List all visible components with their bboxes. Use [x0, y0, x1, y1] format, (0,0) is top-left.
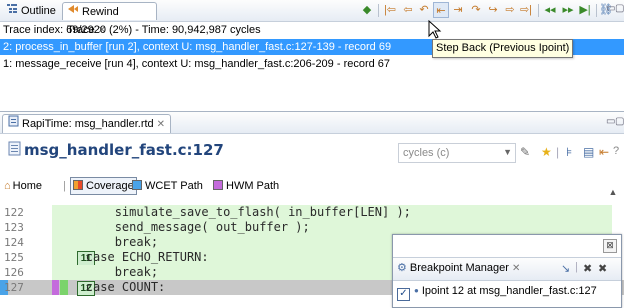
- code-text: case COUNT:: [28, 280, 166, 294]
- star-icon[interactable]: ★: [541, 145, 552, 159]
- coverage-swatch-icon: [73, 180, 83, 190]
- breakpoint-dot-icon: ●: [414, 286, 419, 295]
- code-text: simulate_save_to_flash( in_buffer[LEN] )…: [28, 205, 411, 219]
- step-forward-ipoint-icon[interactable]: ⇥: [450, 2, 466, 18]
- maximize-icon[interactable]: ▢: [615, 3, 624, 14]
- wcet-path-label: WCET Path: [145, 180, 203, 192]
- table-icon[interactable]: ▤: [583, 145, 594, 159]
- home-icon: ⌂: [4, 180, 11, 192]
- editor-tab-label: RapiTime: msg_handler.rtd: [22, 118, 154, 130]
- top-tab-bar: Outline Rewind Trace ✕ ◆ |⇦ ⇦ ↶ ⇤ ⇥ ↷ ↪ ⇨…: [0, 0, 624, 36]
- rapitime-file-icon: [8, 115, 19, 133]
- wcet-path-toggle[interactable]: WCET Path: [132, 178, 203, 195]
- close-icon[interactable]: ✕: [512, 263, 520, 274]
- breakpoint-entry[interactable]: ✓ ● Ipoint 12 at msg_handler_fast.c:127: [397, 285, 597, 301]
- trace-info: Trace index: 69/2920 (2%) - Time: 90,942…: [3, 24, 261, 36]
- breakpoint-checkbox[interactable]: ✓: [397, 288, 410, 301]
- hwm-path-toggle[interactable]: HWM Path: [213, 178, 279, 195]
- code-text: send_message( out_buffer );: [28, 220, 310, 234]
- tab-rewind-trace[interactable]: Rewind Trace ✕: [62, 2, 157, 36]
- line-number: 123: [4, 221, 24, 234]
- step-forward-function-icon[interactable]: ⇨: [502, 2, 518, 18]
- play-end-icon[interactable]: ▶|: [577, 2, 593, 18]
- rewind-icon[interactable]: ⇤: [599, 145, 609, 159]
- file-title: msg_handler_fast.c:127: [8, 141, 224, 160]
- breakpoint-manager-title: Breakpoint Manager: [409, 262, 509, 274]
- code-line[interactable]: 122 simulate_save_to_flash( in_buffer[LE…: [0, 205, 624, 220]
- remove-all-icon[interactable]: ✖: [598, 262, 607, 275]
- file-icon: [8, 141, 21, 160]
- tab-rapitime-editor[interactable]: RapiTime: msg_handler.rtd ✕: [2, 114, 172, 133]
- line-number: 122: [4, 206, 24, 219]
- toolbar-separator: |: [63, 180, 66, 192]
- rewind-trace-icon: [67, 3, 79, 21]
- remove-icon[interactable]: ✖: [583, 262, 592, 275]
- play-back-icon[interactable]: ◂◂: [542, 2, 558, 18]
- close-panel-icon[interactable]: ⊠: [603, 239, 617, 253]
- step-back-function-icon[interactable]: ⇦: [400, 2, 416, 18]
- code-line[interactable]: 123 send_message( out_buffer );: [0, 220, 624, 235]
- outline-icon: [6, 2, 18, 20]
- scroll-up-icon[interactable]: ▲: [603, 187, 623, 207]
- tree-icon[interactable]: ⊧: [566, 145, 572, 159]
- play-forward-icon[interactable]: ▸▸: [560, 2, 576, 18]
- coverage-label: Coverage: [86, 180, 134, 192]
- toolbar-separator: |: [556, 145, 560, 159]
- code-text: break;: [28, 265, 159, 279]
- tab-breakpoint-manager[interactable]: ⚙ Breakpoint Manager ✕: [397, 261, 520, 274]
- step-back-ipoint-button[interactable]: ⇤: [433, 2, 449, 18]
- breakpoint-entry-label: Ipoint 12 at msg_handler_fast.c:127: [421, 285, 597, 297]
- maximize-icon[interactable]: ▢: [615, 116, 624, 127]
- forward-end-icon[interactable]: ⇨|: [518, 2, 534, 18]
- tab-outline[interactable]: Outline: [2, 2, 62, 20]
- line-number: 125: [4, 251, 24, 264]
- close-icon[interactable]: ✕: [157, 119, 165, 130]
- step-over-icon[interactable]: ↪: [485, 2, 501, 18]
- mouse-cursor-icon: [428, 19, 442, 43]
- rewind-trace-view: Outline Rewind Trace ✕ ◆ |⇦ ⇦ ↶ ⇤ ⇥ ↷ ↪ ⇨…: [0, 0, 624, 107]
- code-text: case ECHO_RETURN:: [28, 250, 209, 264]
- go-to-icon[interactable]: ↘: [561, 262, 570, 275]
- help-icon[interactable]: ?: [613, 145, 619, 157]
- step-forward-line-icon[interactable]: ↷: [468, 2, 484, 18]
- step-back-line-icon[interactable]: ↶: [416, 2, 432, 18]
- editor-tab-bar: RapiTime: msg_handler.rtd ✕ ▭ ▢: [0, 112, 624, 134]
- toolbar-separator: |: [575, 261, 578, 273]
- tab-outline-label: Outline: [21, 5, 56, 17]
- chevron-down-icon[interactable]: ▼: [503, 147, 512, 157]
- home-label: Home: [12, 180, 42, 192]
- run-icon[interactable]: ◆: [359, 2, 375, 18]
- metric-select[interactable]: cycles (c) ▼: [398, 143, 516, 163]
- file-title-text: msg_handler_fast.c:127: [24, 141, 224, 159]
- trace-row[interactable]: 1: message_receive [run 4], context U: m…: [0, 56, 624, 72]
- code-text: break;: [28, 235, 159, 249]
- breakpoint-manager-panel: ⊠ ⚙ Breakpoint Manager ✕ ↘ | ✖ ✖ ✓ ● Ipoint …: [392, 234, 622, 308]
- hwm-path-label: HWM Path: [226, 180, 280, 192]
- rewind-start-icon[interactable]: |⇦: [382, 2, 398, 18]
- line-number: 124: [4, 236, 24, 249]
- line-number: 127: [4, 281, 24, 294]
- coverage-toggle[interactable]: Coverage: [70, 177, 137, 195]
- wcet-swatch-icon: [132, 180, 142, 190]
- hwm-swatch-icon: [213, 180, 223, 190]
- toolbar-separator: [538, 4, 539, 17]
- home-button[interactable]: ⌂ Home: [4, 178, 42, 195]
- pin-icon[interactable]: ✎: [520, 145, 530, 159]
- breakpoint-manager-icon: ⚙: [397, 262, 407, 274]
- toolbar-separator: [378, 4, 379, 17]
- line-number: 126: [4, 266, 24, 279]
- tooltip: Step Back (Previous Ipoint): [432, 39, 574, 58]
- metric-select-value: cycles (c): [403, 147, 450, 159]
- toolbar-separator: [596, 4, 597, 17]
